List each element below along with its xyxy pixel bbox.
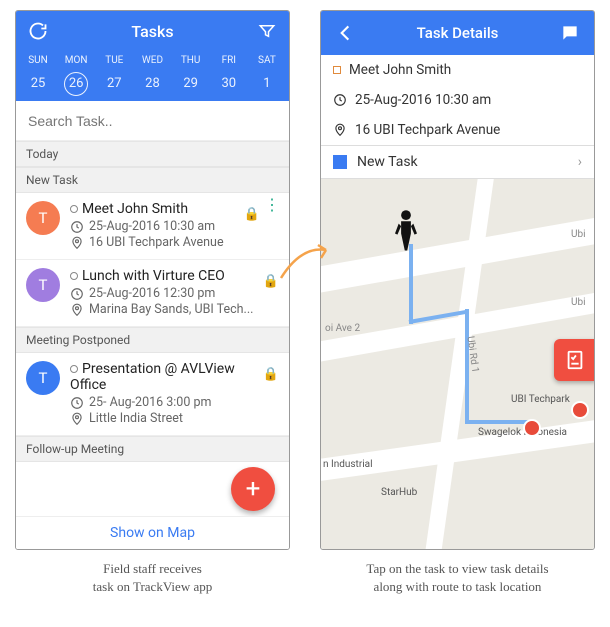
status-bullet-icon — [70, 365, 78, 373]
task-location: 16 UBI Techpark Avenue — [89, 235, 224, 250]
filter-icon[interactable] — [255, 19, 279, 43]
detail-time-row: 25-Aug-2016 10:30 am — [321, 85, 594, 115]
task-details-screen: Task Details Meet John Smith 25-Aug-2016… — [320, 10, 595, 550]
status-square-icon — [333, 66, 341, 74]
detail-time: 25-Aug-2016 10:30 am — [355, 92, 491, 108]
caption-right: Tap on the task to view task details alo… — [320, 560, 595, 595]
day-label: FRI — [213, 53, 245, 68]
map-place-label: StarHub — [381, 487, 417, 498]
search-input[interactable] — [28, 113, 277, 129]
search-bar — [16, 101, 289, 141]
waypoint-pin-icon — [523, 419, 541, 437]
task-item[interactable]: T Lunch with Virture CEO 25-Aug-2016 12:… — [16, 260, 289, 327]
map-view[interactable]: oi Ave 2 Ubi Rd 1 Ubi Ubi UBI Techpark S… — [321, 179, 594, 549]
status-color-icon — [333, 155, 347, 169]
calendar-day[interactable]: 29 — [175, 74, 207, 93]
detail-task-title: Meet John Smith — [349, 62, 451, 78]
chevron-right-icon: › — [578, 154, 582, 170]
pin-icon — [70, 236, 84, 250]
lock-icon: 🔒 — [244, 207, 260, 222]
task-item[interactable]: T Meet John Smith 25-Aug-2016 10:30 am 1… — [16, 193, 289, 260]
status-bullet-icon — [70, 205, 78, 213]
day-label: SUN — [22, 53, 54, 68]
task-time: 25- Aug-2016 3:00 pm — [89, 395, 211, 410]
day-label: THU — [175, 53, 207, 68]
tasks-header: Tasks SUN MON TUE WED THU FRI SAT 25 26 … — [16, 11, 289, 101]
person-marker-icon — [391, 209, 421, 262]
pin-icon — [333, 123, 347, 137]
pin-icon — [70, 303, 84, 317]
clock-icon — [333, 93, 347, 107]
detail-location-row: 16 UBI Techpark Avenue — [321, 115, 594, 145]
tasks-screen: Tasks SUN MON TUE WED THU FRI SAT 25 26 … — [15, 10, 290, 550]
task-location: Marina Bay Sands, UBI Tech... — [89, 302, 253, 317]
caption-line: Field staff receives — [15, 560, 290, 578]
day-label: MON — [60, 53, 92, 68]
task-title: Presentation @ AVLView Office — [70, 361, 235, 393]
detail-location: 16 UBI Techpark Avenue — [355, 122, 500, 138]
task-time: 25-Aug-2016 12:30 pm — [89, 286, 215, 301]
back-icon[interactable] — [333, 21, 357, 45]
caption-line: task on TrackView app — [15, 578, 290, 596]
caption-left: Field staff receives task on TrackView a… — [15, 560, 290, 595]
detail-header: Task Details — [321, 11, 594, 55]
status-label: New Task — [357, 154, 418, 170]
task-avatar: T — [26, 361, 60, 395]
map-place-label: UBI Techpark — [511, 394, 570, 405]
caption-line: Tap on the task to view task details — [320, 560, 595, 578]
day-label: SAT — [251, 53, 283, 68]
calendar-day[interactable]: 1 — [251, 74, 283, 93]
task-title: Lunch with Virture CEO — [82, 268, 225, 284]
refresh-icon[interactable] — [26, 19, 50, 43]
checklist-button[interactable] — [554, 339, 594, 381]
lock-icon: 🔒 — [263, 367, 279, 382]
chat-icon[interactable] — [558, 21, 582, 45]
pin-icon — [70, 412, 84, 426]
detail-title: Task Details — [417, 24, 499, 42]
destination-pin-icon — [571, 401, 589, 419]
task-item[interactable]: T Presentation @ AVLView Office 25- Aug-… — [16, 353, 289, 436]
status-bullet-icon — [70, 272, 78, 280]
section-followup: Follow-up Meeting — [16, 436, 289, 462]
status-selector[interactable]: New Task › — [321, 145, 594, 179]
task-location: Little India Street — [89, 411, 183, 426]
task-avatar: T — [26, 201, 60, 235]
section-new-task: New Task — [16, 167, 289, 193]
calendar-day-numbers: 25 26 27 28 29 30 1 — [16, 72, 289, 101]
day-label: TUE — [98, 53, 130, 68]
show-on-map-button[interactable]: Show on Map — [16, 516, 289, 549]
section-today: Today — [16, 141, 289, 167]
calendar-day-labels: SUN MON TUE WED THU FRI SAT — [16, 51, 289, 72]
calendar-day[interactable]: 25 — [22, 74, 54, 93]
detail-task-title-row: Meet John Smith — [321, 55, 594, 85]
calendar-day[interactable]: 27 — [98, 74, 130, 93]
task-menu-icon[interactable]: ⋮ — [264, 201, 279, 209]
calendar-day-selected[interactable]: 26 — [60, 74, 92, 93]
clock-icon — [70, 396, 84, 410]
map-place-label: n Industrial — [323, 459, 373, 470]
task-time: 25-Aug-2016 10:30 am — [89, 219, 215, 234]
task-avatar: T — [26, 268, 60, 302]
add-task-button[interactable]: + — [231, 467, 275, 511]
calendar-day[interactable]: 28 — [136, 74, 168, 93]
clock-icon — [70, 287, 84, 301]
map-street-label: Ubi — [571, 297, 586, 308]
lock-icon: 🔒 — [263, 274, 279, 289]
day-label: WED — [136, 53, 168, 68]
header-title: Tasks — [131, 22, 173, 41]
map-street-label: oi Ave 2 — [325, 323, 360, 334]
section-meeting-postponed: Meeting Postponed — [16, 327, 289, 353]
caption-line: along with route to task location — [320, 578, 595, 596]
map-street-label: Ubi — [571, 229, 586, 240]
task-title: Meet John Smith — [82, 201, 188, 217]
clock-icon — [70, 220, 84, 234]
calendar-day[interactable]: 30 — [213, 74, 245, 93]
